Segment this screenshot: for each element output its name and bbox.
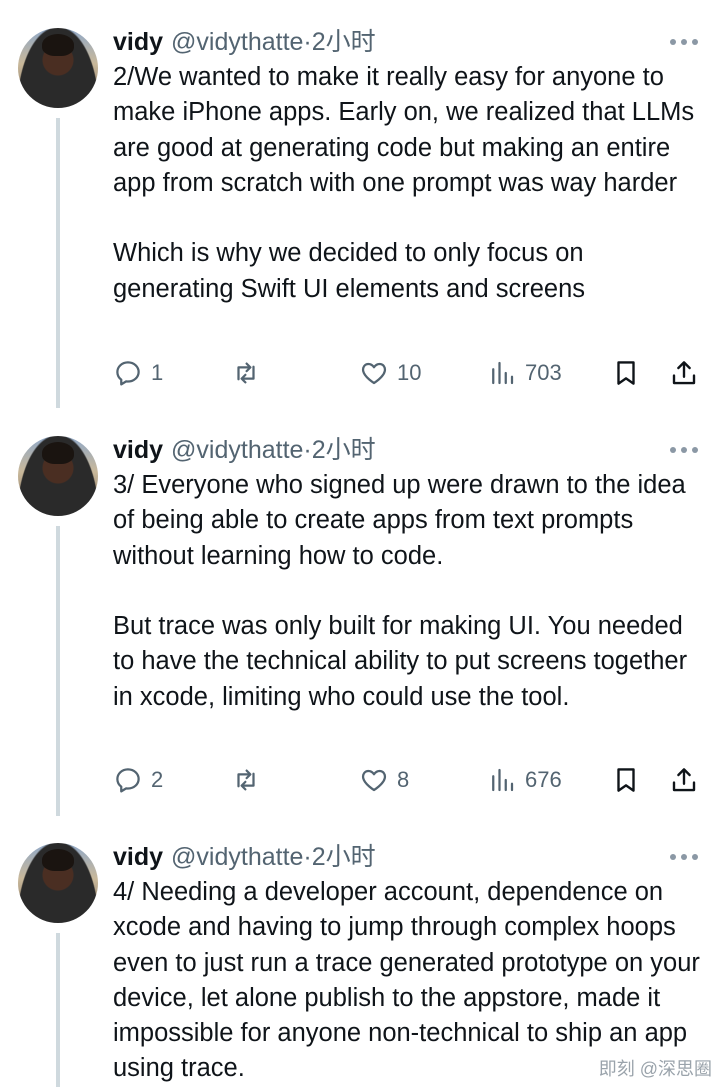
tweet-paragraph: 3/ Everyone who signed up were drawn to …	[113, 471, 686, 570]
bookmark-button[interactable]	[611, 353, 641, 393]
views-icon	[492, 361, 514, 385]
retweet-button[interactable]	[231, 353, 261, 393]
reply-icon	[116, 768, 140, 793]
retweet-icon	[237, 362, 255, 384]
more-icon[interactable]	[670, 444, 698, 456]
thread-line	[56, 118, 60, 408]
reply-count: 2	[151, 767, 164, 792]
avatar[interactable]	[18, 436, 98, 516]
view-count: 676	[525, 767, 562, 792]
tweet-paragraph: 2/We wanted to make it really easy for a…	[113, 63, 695, 197]
display-name[interactable]: vidy	[113, 843, 163, 871]
user-handle[interactable]: @vidythatte	[171, 28, 303, 56]
separator: ·	[303, 28, 312, 56]
heart-icon	[361, 769, 387, 792]
tweet-header: vidy @vidythatte·2小时	[113, 434, 376, 466]
like-button[interactable]: 10	[359, 353, 421, 393]
view-count: 703	[525, 360, 562, 385]
tweet-header: vidy @vidythatte·2小时	[113, 841, 376, 873]
bookmark-icon	[617, 361, 635, 385]
share-icon	[672, 361, 696, 385]
thread-line	[56, 933, 60, 1087]
separator: ·	[303, 843, 312, 871]
share-icon	[672, 768, 696, 792]
like-count: 8	[397, 767, 410, 792]
tweet-3[interactable]: vidy @vidythatte·2小时 4/ Needing a develop…	[0, 815, 720, 1087]
reply-icon	[116, 361, 140, 386]
separator: ·	[303, 436, 312, 464]
bookmark-icon	[617, 768, 635, 792]
share-button[interactable]	[669, 760, 699, 800]
more-icon[interactable]	[670, 851, 698, 863]
heart-icon	[361, 362, 387, 385]
views-icon	[492, 768, 514, 792]
avatar[interactable]	[18, 28, 98, 108]
share-button[interactable]	[669, 353, 699, 393]
retweet-button[interactable]	[231, 760, 261, 800]
tweet-paragraph: But trace was only built for making UI. …	[113, 612, 688, 711]
user-handle[interactable]: @vidythatte	[171, 436, 303, 464]
reply-button[interactable]: 2	[113, 760, 163, 800]
views-button[interactable]: 703	[487, 353, 562, 393]
action-bar: 2 8 676	[113, 760, 703, 800]
tweet-paragraph: Which is why we decided to only focus on…	[113, 239, 585, 303]
reply-count: 1	[151, 360, 164, 385]
avatar[interactable]	[18, 843, 98, 923]
retweet-icon	[237, 769, 255, 791]
user-handle[interactable]: @vidythatte	[171, 843, 303, 871]
watermark-text: 即刻 @深思圈	[598, 1059, 712, 1079]
thread-line	[56, 526, 60, 816]
tweet-text: 2/We wanted to make it really easy for a…	[113, 60, 703, 307]
tweet-text: 3/ Everyone who signed up were drawn to …	[113, 468, 703, 715]
timestamp[interactable]: 2小时	[312, 843, 376, 871]
reply-button[interactable]: 1	[113, 353, 163, 393]
watermark: 即刻 @深思圈	[599, 1055, 712, 1081]
tweet-header: vidy @vidythatte·2小时	[113, 26, 376, 58]
views-button[interactable]: 676	[487, 760, 562, 800]
more-icon[interactable]	[670, 36, 698, 48]
action-bar: 1 10 703	[113, 353, 703, 393]
timestamp[interactable]: 2小时	[312, 436, 376, 464]
timestamp[interactable]: 2小时	[312, 28, 376, 56]
bookmark-button[interactable]	[611, 760, 641, 800]
tweet-1[interactable]: vidy @vidythatte·2小时 2/We wanted to make …	[0, 0, 720, 408]
display-name[interactable]: vidy	[113, 436, 163, 464]
like-count: 10	[397, 360, 422, 385]
tweet-2[interactable]: vidy @vidythatte·2小时 3/ Everyone who sign…	[0, 408, 720, 816]
like-button[interactable]: 8	[359, 760, 409, 800]
display-name[interactable]: vidy	[113, 28, 163, 56]
